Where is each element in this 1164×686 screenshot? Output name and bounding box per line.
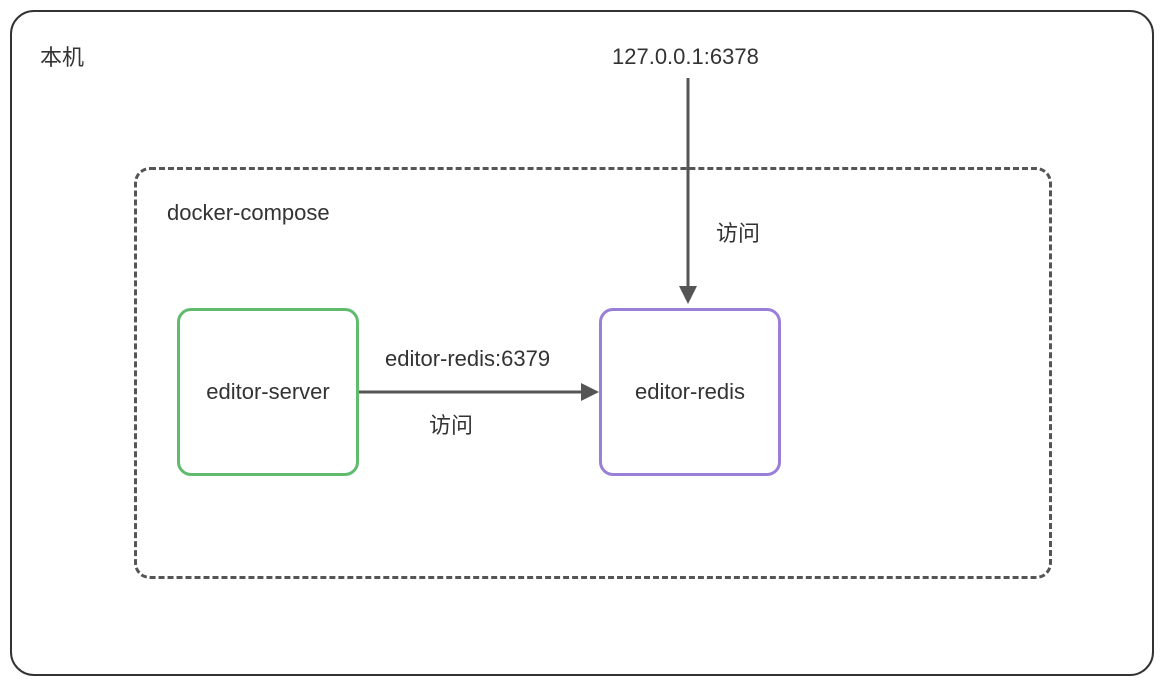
edge-label-internal-address: editor-redis:6379 [385, 346, 550, 372]
edge-label-internal-access: 访问 [429, 408, 473, 440]
arrow-server-to-redis [137, 170, 1055, 582]
outer-container: 本机 127.0.0.1:6378 访问 docker-compose edit… [10, 10, 1154, 676]
docker-compose-container: docker-compose editor-server editor-redi… [134, 167, 1052, 579]
